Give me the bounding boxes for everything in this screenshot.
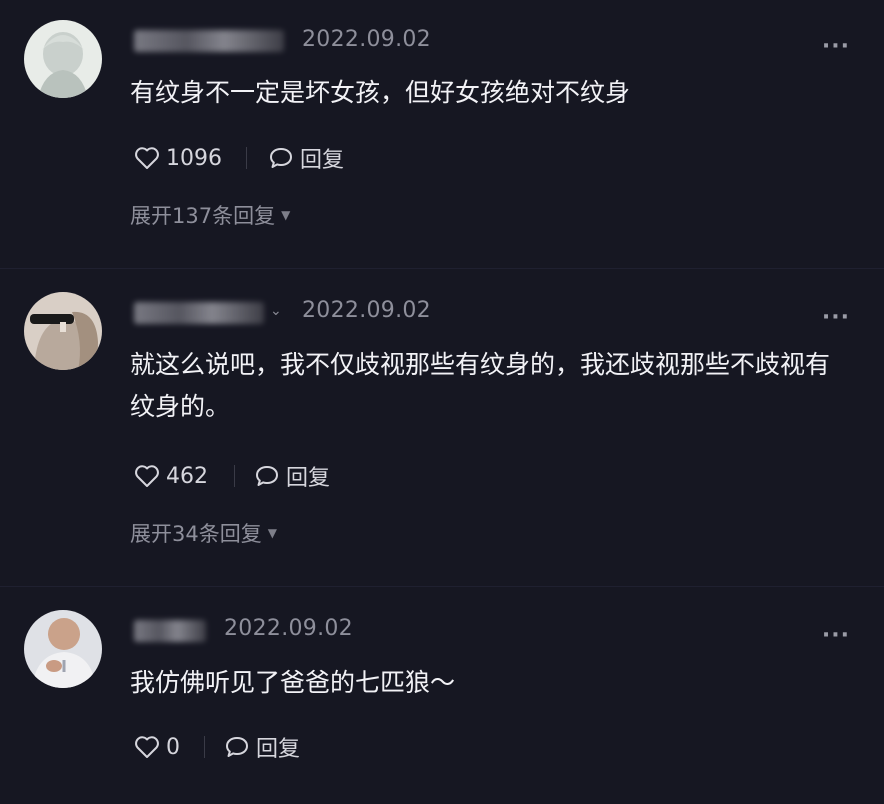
comment-actions: 0 回复 bbox=[134, 732, 394, 762]
like-count: 462 bbox=[166, 463, 208, 489]
more-options-icon[interactable]: ··· bbox=[822, 623, 850, 648]
caret-down-icon: ▼ bbox=[267, 526, 277, 540]
caret-down-icon: ⌄ bbox=[270, 303, 282, 319]
action-separator bbox=[204, 736, 205, 758]
expand-replies-button[interactable]: 展开34条回复 ▼ bbox=[130, 518, 277, 548]
action-separator bbox=[234, 465, 235, 487]
reply-button[interactable]: 回复 bbox=[254, 461, 330, 491]
more-options-icon[interactable]: ··· bbox=[822, 305, 850, 330]
expand-replies-label: 展开34条回复 bbox=[130, 522, 262, 546]
caret-down-icon: ▼ bbox=[281, 208, 291, 222]
like-count: 1096 bbox=[166, 145, 222, 171]
speech-bubble-icon bbox=[270, 148, 292, 168]
more-options-icon[interactable]: ··· bbox=[822, 34, 850, 59]
comment-item: 2022.09.02 ··· 我仿佛听见了爸爸的七匹狼～ 0 回复 bbox=[0, 588, 884, 804]
like-count: 0 bbox=[166, 734, 180, 760]
action-separator bbox=[246, 147, 247, 169]
comment-text: 就这么说吧，我不仅歧视那些有纹身的，我还歧视那些不歧视有纹身的。 bbox=[130, 350, 831, 421]
username-redacted[interactable] bbox=[134, 30, 284, 52]
comment-text: 我仿佛听见了爸爸的七匹狼～ bbox=[130, 668, 456, 697]
heart-outline-icon bbox=[135, 736, 159, 758]
like-button[interactable]: 1096 bbox=[134, 143, 222, 173]
comment-item: ⌄ 2022.09.02 ··· 就这么说吧，我不仅歧视那些有纹身的，我还歧视那… bbox=[0, 270, 884, 570]
comment-date: 2022.09.02 bbox=[302, 298, 431, 323]
heart-outline-icon bbox=[135, 147, 159, 169]
comment-item: 2022.09.02 ··· 有纹身不一定是坏女孩，但好女孩绝对不纹身 1096… bbox=[0, 0, 884, 270]
like-button[interactable]: 0 bbox=[134, 732, 180, 762]
reply-button[interactable]: 回复 bbox=[224, 732, 300, 762]
speech-bubble-icon bbox=[226, 737, 248, 757]
speech-bubble-icon bbox=[256, 466, 278, 486]
reply-label: 回复 bbox=[300, 148, 345, 173]
like-button[interactable]: 462 bbox=[134, 461, 208, 491]
comment-actions: 462 回复 bbox=[134, 461, 434, 491]
expand-replies-button[interactable]: 展开137条回复 ▼ bbox=[130, 200, 290, 230]
expand-replies-label: 展开137条回复 bbox=[130, 204, 276, 228]
comment-text: 有纹身不一定是坏女孩，但好女孩绝对不纹身 bbox=[130, 78, 631, 107]
avatar[interactable] bbox=[24, 610, 102, 688]
divider bbox=[0, 586, 884, 587]
username-redacted[interactable] bbox=[134, 620, 206, 642]
avatar[interactable] bbox=[24, 292, 102, 370]
heart-outline-icon bbox=[135, 465, 159, 487]
comment-date: 2022.09.02 bbox=[302, 27, 431, 52]
divider bbox=[0, 268, 884, 269]
reply-label: 回复 bbox=[256, 737, 301, 762]
reply-button[interactable]: 回复 bbox=[268, 143, 344, 173]
avatar[interactable] bbox=[24, 20, 102, 98]
reply-label: 回复 bbox=[286, 466, 331, 491]
username-redacted[interactable] bbox=[134, 302, 264, 324]
comment-actions: 1096 回复 bbox=[134, 143, 434, 173]
comment-date: 2022.09.02 bbox=[224, 616, 353, 641]
